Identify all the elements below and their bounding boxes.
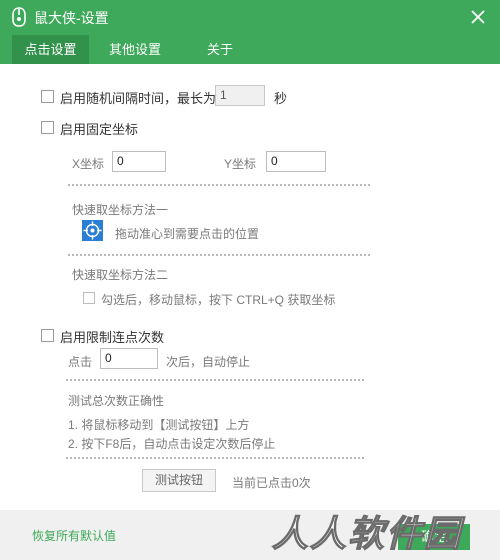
crosshair-target-icon[interactable]: [82, 220, 103, 241]
method2-title: 快速取坐标方法二: [72, 268, 169, 282]
y-coord-input[interactable]: 0: [266, 151, 326, 172]
tab-other-settings[interactable]: 其他设置: [95, 35, 175, 64]
click-count-prefix: 点击: [68, 355, 93, 369]
random-interval-checkbox[interactable]: [41, 90, 54, 103]
mouse-icon: [12, 7, 26, 27]
test-step-2: 2. 按下F8后，自动点击设定次数后停止: [68, 437, 276, 451]
ok-button[interactable]: 确定: [398, 524, 470, 550]
click-counter-text: 当前已点击0次: [232, 476, 311, 490]
divider: [68, 184, 370, 186]
divider: [66, 379, 364, 381]
max-interval-input[interactable]: 1: [215, 85, 265, 106]
seconds-unit-label: 秒: [274, 91, 288, 106]
test-title: 测试总次数正确性: [68, 394, 165, 408]
tab-about[interactable]: 关于: [190, 35, 250, 64]
title-bar: 鼠大侠-设置: [0, 0, 500, 35]
y-coord-label: Y坐标: [224, 157, 257, 171]
fixed-coords-checkbox[interactable]: [41, 121, 54, 134]
window-title: 鼠大侠-设置: [34, 10, 109, 26]
click-count-suffix: 次后，自动停止: [166, 355, 251, 369]
divider: [68, 254, 370, 256]
tab-click-settings[interactable]: 点击设置: [12, 35, 89, 64]
x-coord-input[interactable]: 0: [112, 151, 166, 172]
limit-clicks-label: 启用限制连点次数: [60, 330, 165, 345]
hotkey-capture-checkbox[interactable]: [83, 292, 95, 304]
close-icon[interactable]: [468, 7, 488, 27]
method1-title: 快速取坐标方法一: [72, 203, 169, 217]
tab-bar: 点击设置 其他设置 关于: [0, 35, 500, 64]
fixed-coords-label: 启用固定坐标: [60, 122, 139, 137]
x-coord-label: X坐标: [72, 157, 105, 171]
footer-bar: 恢复所有默认值 确定: [0, 510, 500, 560]
random-interval-label: 启用随机间隔时间，最长为: [60, 91, 217, 106]
reset-defaults-link[interactable]: 恢复所有默认值: [32, 527, 116, 544]
click-count-input[interactable]: 0: [100, 348, 158, 369]
divider: [66, 457, 364, 459]
test-button[interactable]: 测试按钮: [142, 469, 216, 492]
method1-text: 拖动准心到需要点击的位置: [115, 227, 260, 241]
method2-text: 勾选后，移动鼠标，按下 CTRL+Q 获取坐标: [101, 293, 336, 307]
limit-clicks-checkbox[interactable]: [41, 329, 54, 342]
click-settings-panel: 启用随机间隔时间，最长为 1 秒 启用固定坐标 X坐标 0 Y坐标 0 快速取坐…: [0, 64, 500, 510]
test-step-1: 1. 将鼠标移动到【测试按钮】上方: [68, 418, 250, 432]
